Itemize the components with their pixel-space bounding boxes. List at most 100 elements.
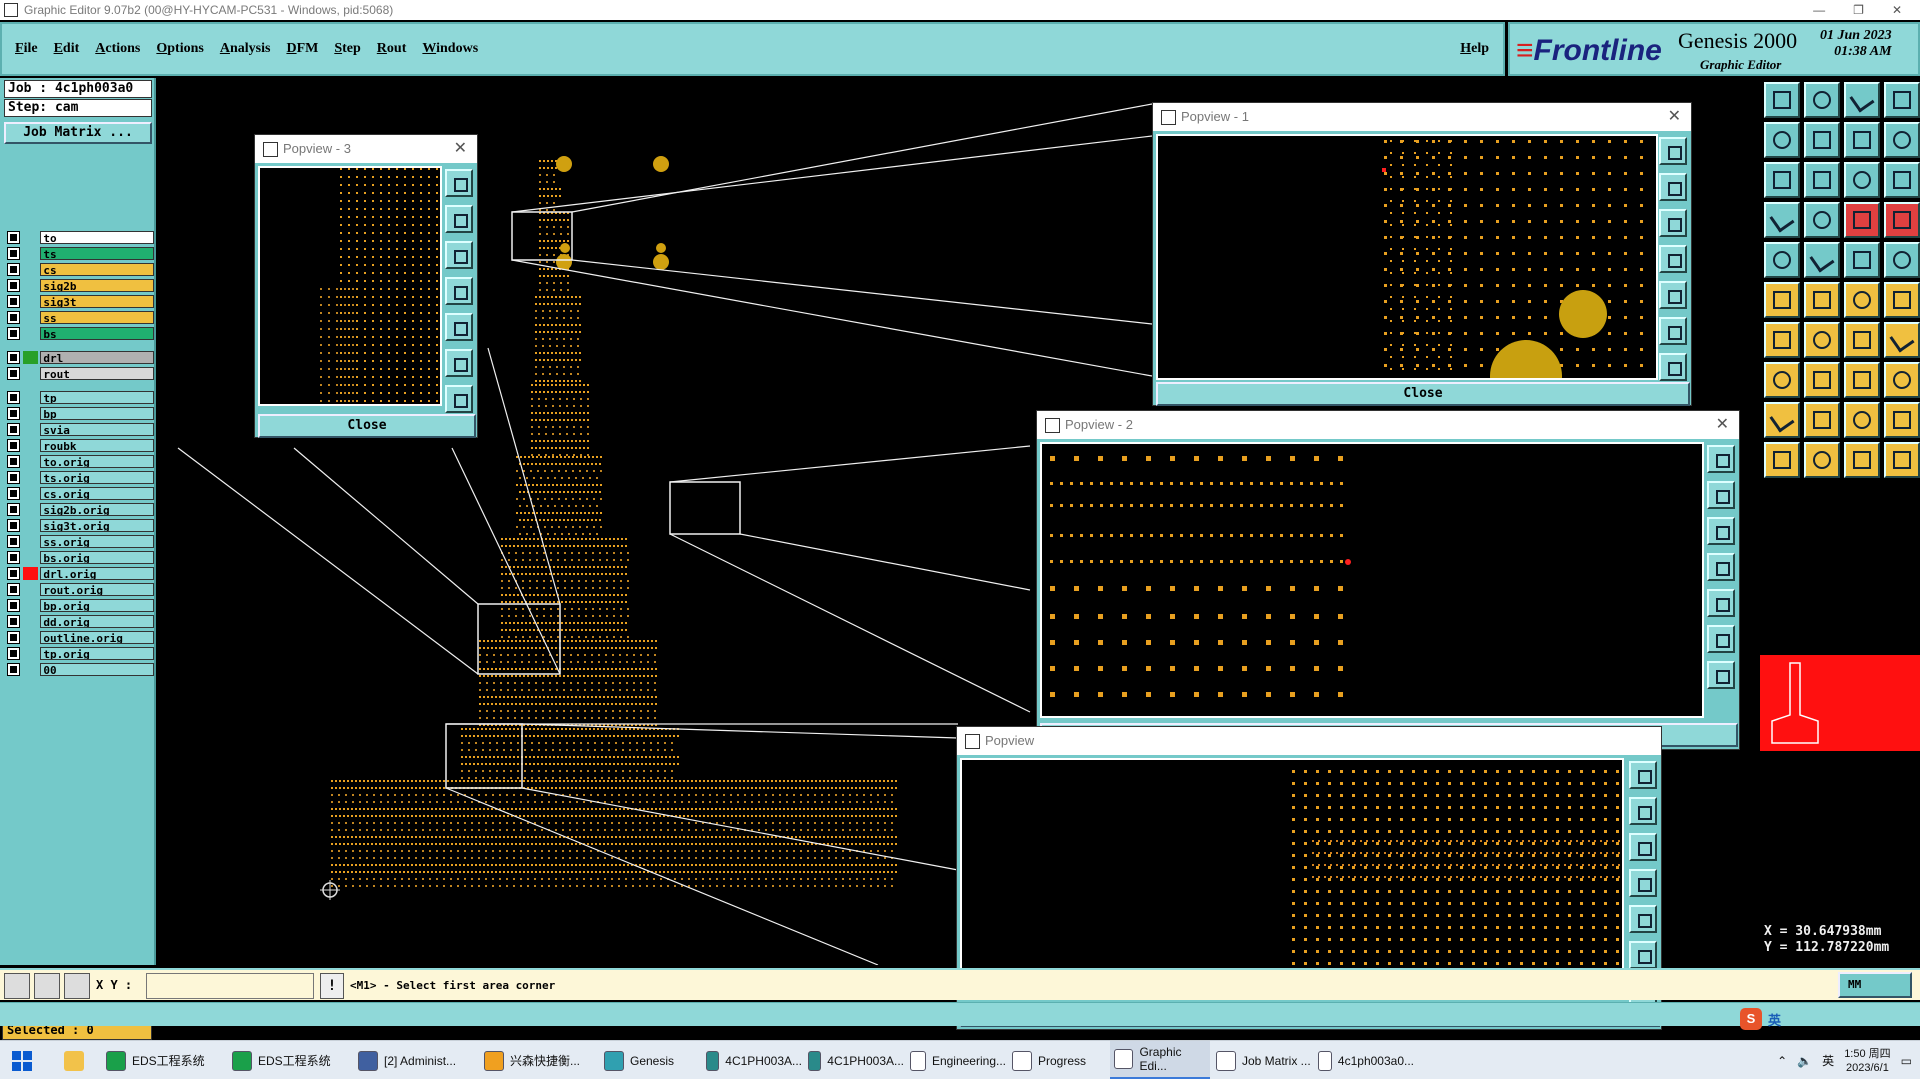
layer-checkbox[interactable] — [7, 423, 20, 436]
menu-analysis[interactable]: Analysis — [220, 41, 271, 57]
taskbar-item-4[interactable]: Genesis — [600, 1041, 700, 1079]
layer-checkbox[interactable] — [7, 311, 20, 324]
tool-zoom-icon[interactable] — [1764, 162, 1800, 198]
layer-checkbox[interactable] — [7, 631, 20, 644]
popview-4-view[interactable] — [960, 758, 1624, 998]
layer-name[interactable]: bs — [40, 327, 154, 340]
tool-left-icon[interactable] — [1764, 122, 1800, 158]
layer-name[interactable]: to.orig — [40, 455, 154, 468]
tool-measure-icon[interactable] — [1764, 202, 1800, 238]
layer-row-ss[interactable]: ss — [4, 310, 154, 325]
layer-name[interactable]: cs.orig — [40, 487, 154, 500]
tool-pad-add-icon[interactable] — [1764, 362, 1800, 398]
tool-home-icon[interactable] — [1844, 82, 1880, 118]
popview-tool-1-icon[interactable] — [1659, 173, 1687, 201]
layer-row-bs-orig[interactable]: bs.orig — [4, 550, 154, 565]
layer-checkbox[interactable] — [7, 535, 20, 548]
popview-tool-2-icon[interactable] — [1629, 833, 1657, 861]
layer-checkbox[interactable] — [7, 551, 20, 564]
taskbar-item-0[interactable]: EDS工程系统 — [102, 1041, 226, 1079]
close-icon[interactable]: ✕ — [1892, 3, 1902, 17]
tool-tri-c-icon[interactable] — [1844, 402, 1880, 438]
clock[interactable]: 1:50 周四 2023/6/1 — [1844, 1047, 1890, 1075]
layer-row-bp-orig[interactable]: bp.orig — [4, 598, 154, 613]
restore-icon[interactable]: ❐ — [1853, 3, 1864, 17]
popview-tool-0-icon[interactable] — [1707, 445, 1735, 473]
layer-name[interactable]: dd.orig — [40, 615, 154, 628]
layer-name[interactable]: bp.orig — [40, 599, 154, 612]
layer-row-rout-orig[interactable]: rout.orig — [4, 582, 154, 597]
layer-checkbox[interactable] — [7, 247, 20, 260]
tool-compare-icon[interactable] — [1884, 202, 1920, 238]
layer-name[interactable]: sig3t.orig — [40, 519, 154, 532]
taskbar-item-5[interactable]: 4C1PH003A... — [702, 1041, 802, 1079]
popview-1-close-icon[interactable]: ✕ — [1668, 103, 1681, 131]
layer-row-cs-orig[interactable]: cs.orig — [4, 486, 154, 501]
layer-row-to[interactable]: to — [4, 230, 154, 245]
tool-fit-all-icon[interactable] — [1804, 162, 1840, 198]
layer-name[interactable]: roubk — [40, 439, 154, 452]
menu-actions[interactable]: Actions — [95, 41, 140, 57]
layer-checkbox[interactable] — [7, 439, 20, 452]
popview-tool-1-icon[interactable] — [445, 205, 473, 233]
popview-2-view[interactable] — [1040, 442, 1704, 718]
popview-tool-6-icon[interactable] — [445, 385, 473, 413]
job-matrix-button[interactable]: Job Matrix ... — [4, 122, 152, 144]
layer-checkbox[interactable] — [7, 647, 20, 660]
layer-row-bp[interactable]: bp — [4, 406, 154, 421]
tool-download-icon[interactable] — [1804, 82, 1840, 118]
menu-windows[interactable]: Windows — [422, 41, 478, 57]
tool-slope-icon[interactable] — [1804, 322, 1840, 358]
layer-name[interactable]: sig2b.orig — [40, 503, 154, 516]
tool-route-icon[interactable] — [1844, 202, 1880, 238]
notification-icon[interactable]: ▭ — [1901, 1054, 1912, 1068]
layer-row-ts[interactable]: ts — [4, 246, 154, 261]
layer-checkbox[interactable] — [7, 519, 20, 532]
menu-options[interactable]: Options — [156, 41, 203, 57]
popview-tool-5-icon[interactable] — [1707, 625, 1735, 653]
popview-tool-4-icon[interactable] — [1629, 905, 1657, 933]
layer-checkbox[interactable] — [7, 567, 20, 580]
tool-pad-icon[interactable] — [1764, 242, 1800, 278]
tool-snap-icon[interactable] — [1844, 282, 1880, 318]
layer-checkbox[interactable] — [7, 295, 20, 308]
popview-2-close-icon[interactable]: ✕ — [1716, 411, 1729, 439]
layer-name[interactable]: drl — [40, 351, 154, 364]
tool-line-icon[interactable] — [1764, 322, 1800, 358]
layer-checkbox[interactable] — [7, 407, 20, 420]
tool-panel-icon[interactable] — [1884, 82, 1920, 118]
layer-checkbox[interactable] — [7, 367, 20, 380]
layer-row-tp[interactable]: tp — [4, 390, 154, 405]
popview-tool-6-icon[interactable] — [1659, 353, 1687, 381]
layer-checkbox[interactable] — [7, 263, 20, 276]
layer-row-00[interactable]: 00 — [4, 662, 154, 677]
popview-tool-3-icon[interactable] — [1707, 553, 1735, 581]
popview-tool-5-icon[interactable] — [1659, 317, 1687, 345]
popview-tool-4-icon[interactable] — [445, 313, 473, 341]
grid-icon[interactable] — [64, 973, 90, 999]
units-button[interactable]: MM — [1838, 972, 1912, 998]
layer-row-dd-orig[interactable]: dd.orig — [4, 614, 154, 629]
popview-tool-1-icon[interactable] — [1629, 797, 1657, 825]
popview-tool-3-icon[interactable] — [445, 277, 473, 305]
tool-flag-icon[interactable] — [1884, 322, 1920, 358]
layer-name[interactable]: to — [40, 231, 154, 244]
taskbar-item-3[interactable]: 兴森快捷衡... — [480, 1041, 598, 1079]
layer-name[interactable]: ts.orig — [40, 471, 154, 484]
tool-upload-icon[interactable] — [1764, 82, 1800, 118]
tool-align-icon[interactable] — [1884, 442, 1920, 478]
layer-checkbox[interactable] — [7, 391, 20, 404]
tool-tri-b-icon[interactable] — [1804, 402, 1840, 438]
tool-help-icon[interactable] — [1884, 162, 1920, 198]
tool-dim-icon[interactable] — [1844, 362, 1880, 398]
tool-circle-icon[interactable] — [1884, 242, 1920, 278]
tool-right-icon[interactable] — [1804, 122, 1840, 158]
overview-map[interactable] — [1760, 655, 1920, 751]
tool-ruler-icon[interactable] — [1844, 242, 1880, 278]
taskbar-item-1[interactable]: EDS工程系统 — [228, 1041, 352, 1079]
layer-name[interactable]: drl.orig — [40, 567, 154, 580]
popview-tool-0-icon[interactable] — [1659, 137, 1687, 165]
tool-vector-icon[interactable] — [1804, 242, 1840, 278]
layer-checkbox[interactable] — [7, 663, 20, 676]
measure-icon[interactable] — [34, 973, 60, 999]
